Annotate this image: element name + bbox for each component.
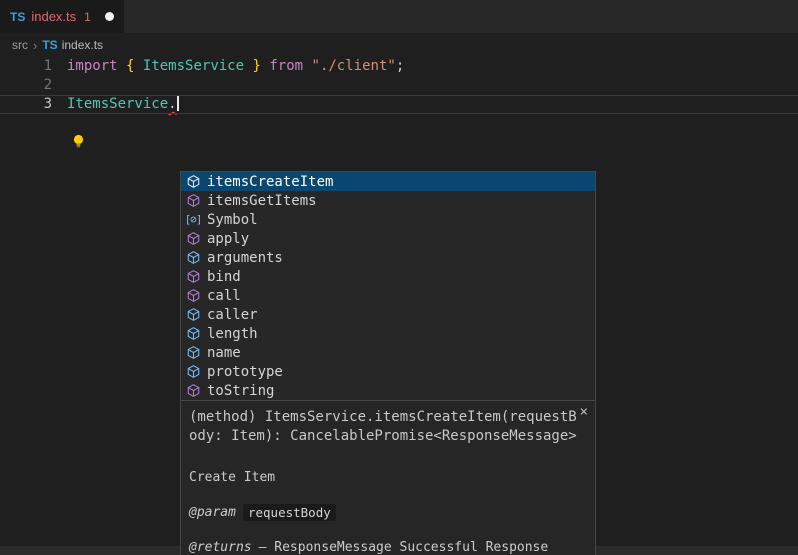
line-number: 2	[0, 76, 52, 95]
code-text	[52, 76, 67, 95]
suggestion-item-length[interactable]: length	[181, 324, 595, 343]
code-text: ItemsService.	[52, 95, 177, 114]
docs-jsdoc-tags: @param requestBody @returns — ResponseMessa…	[189, 504, 587, 555]
line-number: 1	[0, 57, 52, 76]
code-editor[interactable]: 1 import { ItemsService } from "./client…	[0, 57, 798, 555]
suggestion-item-apply[interactable]: apply	[181, 229, 595, 248]
suggestion-item-itemsCreateItem[interactable]: itemsCreateItem	[181, 172, 595, 191]
symbol-misc-icon: [⊘]	[185, 212, 201, 228]
jsdoc-tag: @param	[189, 505, 236, 520]
current-line-border-bottom	[0, 113, 798, 114]
tab-error-count-badge: 1	[84, 10, 91, 24]
symbol-field-icon	[185, 364, 201, 380]
symbol-field-icon	[185, 250, 201, 266]
suggestion-item-arguments[interactable]: arguments	[181, 248, 595, 267]
lightbulb-icon[interactable]	[72, 134, 85, 149]
symbol-method-icon	[185, 383, 201, 399]
symbol-method-icon	[185, 269, 201, 285]
suggestion-item-name[interactable]: name	[181, 343, 595, 362]
symbol-method-icon	[185, 174, 201, 190]
line-number-current: 3	[0, 95, 52, 114]
intellisense-suggest-widget: itemsCreateItem itemsGetItems [⊘] Symbol…	[180, 171, 596, 555]
typescript-file-icon: TS	[10, 10, 25, 24]
chevron-right-icon: ›	[33, 38, 37, 53]
code-line-3[interactable]: 3 ItemsService.	[0, 95, 798, 114]
tab-bar: TS index.ts 1	[0, 0, 798, 33]
symbol-method-icon	[185, 193, 201, 209]
param-name-chip: requestBody	[243, 504, 336, 521]
breadcrumb-file[interactable]: TS index.ts	[42, 38, 103, 52]
jsdoc-tag: @returns	[189, 540, 252, 555]
modified-dot-icon[interactable]	[105, 12, 114, 21]
method-signature: (method) ItemsService.itemsCreateItem(re…	[189, 408, 579, 446]
breadcrumb-folder[interactable]: src	[12, 38, 28, 52]
breadcrumb: src › TS index.ts	[0, 33, 798, 57]
breadcrumb-file-label: index.ts	[62, 38, 103, 52]
suggestion-item-caller[interactable]: caller	[181, 305, 595, 324]
suggestion-item-toString[interactable]: toString	[181, 381, 595, 400]
symbol-field-icon	[185, 345, 201, 361]
suggestion-docs-panel: × (method) ItemsService.itemsCreateItem(…	[181, 400, 595, 555]
code-line-1[interactable]: 1 import { ItemsService } from "./client…	[0, 57, 798, 76]
docs-tag-row: @returns — ResponseMessage Successful Res…	[189, 540, 587, 555]
tab-index-ts[interactable]: TS index.ts 1	[0, 0, 124, 33]
suggestion-item-call[interactable]: call	[181, 286, 595, 305]
symbol-method-icon	[185, 231, 201, 247]
suggestion-item-bind[interactable]: bind	[181, 267, 595, 286]
close-icon[interactable]: ×	[580, 405, 588, 419]
tab-title: index.ts	[31, 9, 76, 24]
suggestion-item-itemsGetItems[interactable]: itemsGetItems	[181, 191, 595, 210]
current-line-border-top	[0, 95, 798, 96]
jsdoc-tag-text: — ResponseMessage Successful Response	[259, 540, 549, 555]
suggestion-item-prototype[interactable]: prototype	[181, 362, 595, 381]
typescript-file-icon: TS	[42, 38, 57, 52]
suggestion-list: itemsCreateItem itemsGetItems [⊘] Symbol…	[181, 172, 595, 400]
docs-tag-row: @param requestBody	[189, 504, 587, 521]
code-line-2[interactable]: 2	[0, 76, 798, 95]
symbol-field-icon	[185, 307, 201, 323]
code-text: import { ItemsService } from "./client";	[52, 57, 404, 76]
text-cursor	[177, 95, 179, 111]
symbol-method-icon	[185, 288, 201, 304]
suggestion-item-Symbol[interactable]: [⊘] Symbol	[181, 210, 595, 229]
docs-description: Create Item	[189, 470, 587, 485]
symbol-field-icon	[185, 326, 201, 342]
